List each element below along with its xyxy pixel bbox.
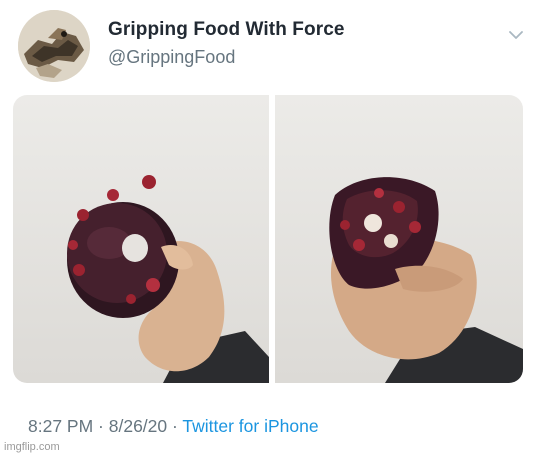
meta-separator: · <box>93 416 109 436</box>
tweet-meta: 8:27 PM · 8/26/20 · Twitter for iPhone <box>28 416 319 437</box>
tweet-source-link[interactable]: Twitter for iPhone <box>182 416 318 436</box>
more-options-button[interactable] <box>505 24 527 46</box>
tweet-date[interactable]: 8/26/20 <box>109 416 167 436</box>
user-handle[interactable]: @GrippingFood <box>108 47 235 68</box>
tweet-card: Gripping Food With Force @GrippingFood 8… <box>0 0 547 456</box>
meta-separator: · <box>167 416 183 436</box>
tweet-media <box>13 95 523 383</box>
avatar-image <box>18 10 90 82</box>
display-name[interactable]: Gripping Food With Force <box>108 19 345 41</box>
watermark: imgflip.com <box>4 441 60 453</box>
avatar[interactable] <box>18 10 90 82</box>
photo-donut-squished[interactable] <box>275 95 523 383</box>
tweet-time[interactable]: 8:27 PM <box>28 416 93 436</box>
photo-donut-intact[interactable] <box>13 95 269 383</box>
chevron-down-icon <box>509 30 523 39</box>
